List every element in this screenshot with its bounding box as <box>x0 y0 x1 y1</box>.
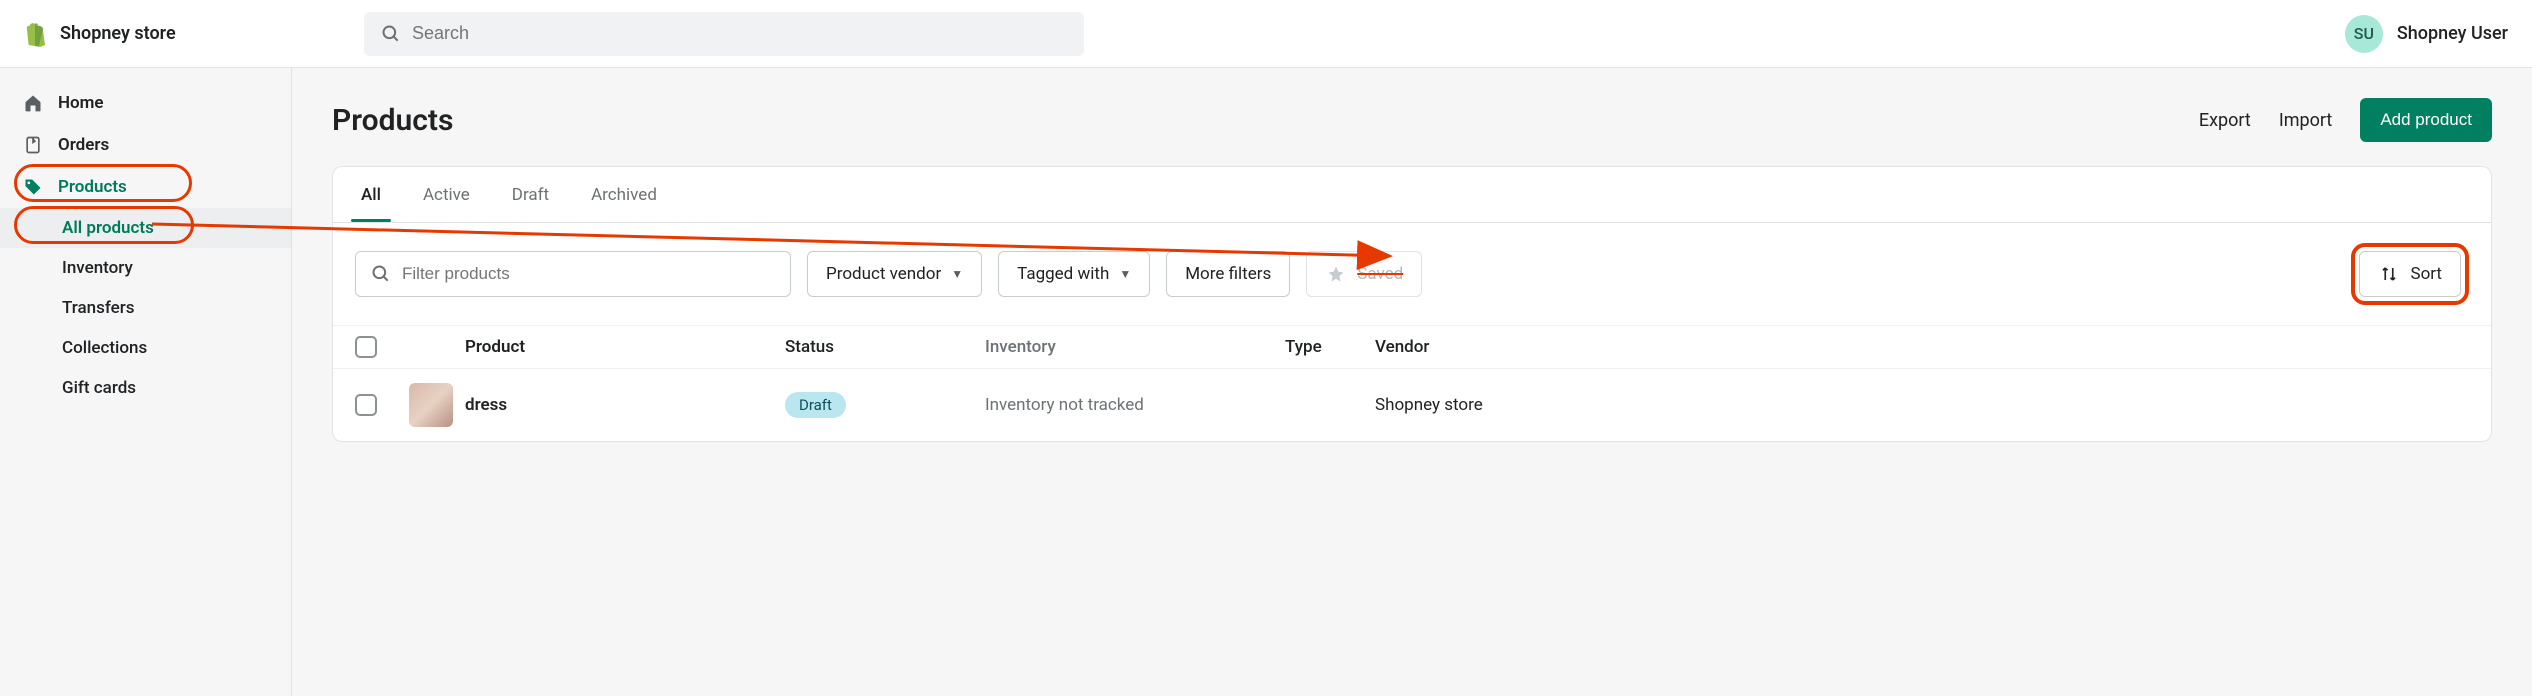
th-type: Type <box>1285 337 1375 357</box>
search-input[interactable] <box>412 23 1068 44</box>
export-button[interactable]: Export <box>2199 110 2251 131</box>
add-product-button[interactable]: Add product <box>2360 98 2492 142</box>
nav-all-products[interactable]: All products <box>0 208 291 248</box>
select-all-checkbox[interactable] <box>355 336 377 358</box>
tab-draft[interactable]: Draft <box>508 169 553 221</box>
caret-down-icon: ▼ <box>951 267 963 281</box>
th-inventory: Inventory <box>985 337 1285 357</box>
nav-products[interactable]: Products <box>0 166 291 208</box>
product-thumbnail <box>409 383 453 427</box>
nav-label: Home <box>58 93 104 113</box>
saved-filters-button[interactable]: Saved <box>1306 251 1422 297</box>
star-icon <box>1325 263 1347 285</box>
nav-orders[interactable]: Orders <box>0 124 291 166</box>
tag-icon <box>22 176 44 198</box>
pill-label: Tagged with <box>1017 264 1109 284</box>
cell-product-name: dress <box>465 395 785 415</box>
tab-all[interactable]: All <box>357 169 385 221</box>
nav-label: Products <box>58 177 127 197</box>
store-name: Shopney store <box>60 23 176 44</box>
search-icon <box>370 263 392 285</box>
orders-icon <box>22 134 44 156</box>
cell-inventory: Inventory not tracked <box>985 395 1285 415</box>
search-icon <box>380 23 402 45</box>
global-search[interactable] <box>364 12 1084 56</box>
nav-home[interactable]: Home <box>0 82 291 124</box>
more-filters-button[interactable]: More filters <box>1166 251 1290 297</box>
table-row[interactable]: dress Draft Inventory not tracked Shopne… <box>333 368 2491 441</box>
nav-label: Collections <box>62 338 147 358</box>
th-status: Status <box>785 337 985 357</box>
user-name: Shopney User <box>2397 23 2508 44</box>
import-button[interactable]: Import <box>2279 110 2332 131</box>
nav-label: Inventory <box>62 258 133 278</box>
filter-products-input[interactable] <box>402 264 776 284</box>
pill-label: Product vendor <box>826 264 941 284</box>
row-checkbox[interactable] <box>355 394 377 416</box>
tab-active[interactable]: Active <box>419 169 474 221</box>
nav-inventory[interactable]: Inventory <box>0 248 291 288</box>
home-icon <box>22 92 44 114</box>
pill-label: Sort <box>2410 264 2442 284</box>
annotation-sort-highlight: Sort <box>2351 243 2469 305</box>
nav-label: Gift cards <box>62 378 136 398</box>
page-title: Products <box>332 103 453 138</box>
product-vendor-filter[interactable]: Product vendor ▼ <box>807 251 982 297</box>
status-badge: Draft <box>785 392 846 418</box>
caret-down-icon: ▼ <box>1119 267 1131 281</box>
shopify-logo-icon <box>24 23 46 45</box>
th-product: Product <box>465 337 785 357</box>
filter-products-box[interactable] <box>355 251 791 297</box>
tab-archived[interactable]: Archived <box>587 169 661 221</box>
tagged-with-filter[interactable]: Tagged with ▼ <box>998 251 1150 297</box>
sort-icon <box>2378 263 2400 285</box>
pill-label: More filters <box>1185 264 1271 284</box>
sort-button[interactable]: Sort <box>2359 251 2461 297</box>
nav-transfers[interactable]: Transfers <box>0 288 291 328</box>
nav-gift-cards[interactable]: Gift cards <box>0 368 291 408</box>
sidebar: Home Orders Products All products Invent… <box>0 68 292 696</box>
nav-label: All products <box>62 218 154 238</box>
cell-vendor: Shopney store <box>1375 395 2469 415</box>
pill-label: Saved <box>1357 264 1403 284</box>
nav-collections[interactable]: Collections <box>0 328 291 368</box>
nav-label: Transfers <box>62 298 135 318</box>
th-vendor: Vendor <box>1375 337 2469 357</box>
avatar: SU <box>2345 15 2383 53</box>
user-menu[interactable]: SU Shopney User <box>2345 15 2508 53</box>
nav-label: Orders <box>58 135 109 155</box>
